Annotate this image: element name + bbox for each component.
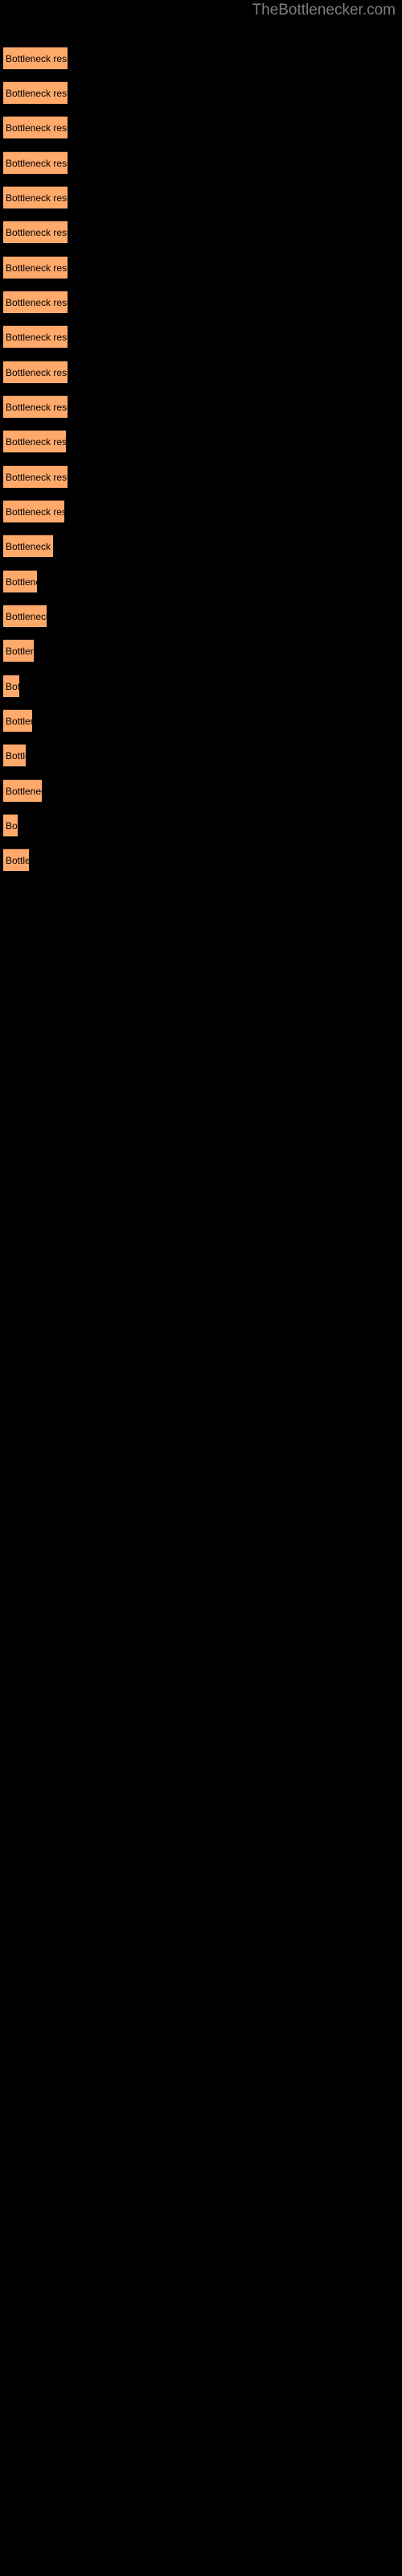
bottleneck-result-bar[interactable]: Bottleneck result bbox=[3, 535, 53, 557]
bottleneck-result-bar[interactable]: Bottleneck result bbox=[3, 814, 18, 836]
bar-row: Bottleneck result bbox=[0, 81, 402, 104]
bottleneck-result-bar[interactable]: Bottleneck result bbox=[3, 465, 68, 488]
bar-row: Bottleneck result bbox=[0, 151, 402, 174]
bottleneck-result-bar[interactable]: Bottleneck result bbox=[3, 500, 64, 522]
bottleneck-result-bar[interactable]: Bottleneck result bbox=[3, 675, 19, 697]
bar-label: Bottleneck result bbox=[6, 366, 68, 378]
bar-row: Bottleneck result bbox=[0, 570, 402, 592]
bottleneck-result-bar[interactable]: Bottleneck result bbox=[3, 47, 68, 69]
bar-row: Bottleneck result bbox=[0, 116, 402, 138]
bottleneck-result-bar[interactable]: Bottleneck result bbox=[3, 848, 29, 871]
bottleneck-result-bar[interactable]: Bottleneck result bbox=[3, 744, 26, 766]
bar-row: Bottleneck result bbox=[0, 47, 402, 69]
bottleneck-result-bar[interactable]: Bottleneck result bbox=[3, 361, 68, 383]
bar-label: Bottleneck result bbox=[6, 785, 42, 797]
bar-row: Bottleneck result bbox=[0, 709, 402, 732]
bar-label: Bottleneck result bbox=[6, 715, 32, 727]
bottleneck-result-bar[interactable]: Bottleneck result bbox=[3, 709, 32, 732]
bottleneck-result-bar[interactable]: Bottleneck result bbox=[3, 151, 68, 174]
bottleneck-result-bar[interactable]: Bottleneck result bbox=[3, 639, 34, 662]
bar-label: Bottleneck result bbox=[6, 122, 68, 134]
bottleneck-result-bar[interactable]: Bottleneck result bbox=[3, 395, 68, 418]
bar-row: Bottleneck result bbox=[0, 395, 402, 418]
bar-row: Bottleneck result bbox=[0, 779, 402, 802]
bar-row: Bottleneck result bbox=[0, 186, 402, 208]
bottleneck-result-bar[interactable]: Bottleneck result bbox=[3, 221, 68, 243]
bottleneck-result-bar[interactable]: Bottleneck result bbox=[3, 570, 37, 592]
bottleneck-result-bar[interactable]: Bottleneck result bbox=[3, 779, 42, 802]
page-title: TheBottlenecker.com bbox=[252, 2, 396, 19]
bar-label: Bottleneck result bbox=[6, 819, 18, 832]
bar-row: Bottleneck result bbox=[0, 291, 402, 313]
bar-label: Bottleneck result bbox=[6, 680, 19, 692]
bar-label: Bottleneck result bbox=[6, 610, 47, 622]
bar-label: Bottleneck result bbox=[6, 854, 29, 866]
bar-row: Bottleneck result bbox=[0, 325, 402, 348]
bar-row: Bottleneck result bbox=[0, 361, 402, 383]
bar-row: Bottleneck result bbox=[0, 221, 402, 243]
bar-label: Bottleneck result bbox=[6, 540, 53, 552]
bar-label: Bottleneck result bbox=[6, 87, 68, 99]
bottleneck-chart: TheBottlenecker.com Bottleneck result Bot… bbox=[0, 0, 402, 2576]
bottleneck-result-bar[interactable]: Bottleneck result bbox=[3, 116, 68, 138]
bar-label: Bottleneck result bbox=[6, 576, 37, 588]
bar-label: Bottleneck result bbox=[6, 296, 68, 308]
bar-label: Bottleneck result bbox=[6, 192, 68, 204]
bar-row: Bottleneck result bbox=[0, 639, 402, 662]
bottleneck-result-bar[interactable]: Bottleneck result bbox=[3, 291, 68, 313]
bar-row: Bottleneck result bbox=[0, 814, 402, 836]
bar-row: Bottleneck result bbox=[0, 256, 402, 279]
bar-row: Bottleneck result bbox=[0, 605, 402, 627]
bar-label: Bottleneck result bbox=[6, 262, 68, 274]
bar-label: Bottleneck result bbox=[6, 52, 68, 64]
bottleneck-result-bar[interactable]: Bottleneck result bbox=[3, 81, 68, 104]
bar-label: Bottleneck result bbox=[6, 157, 68, 169]
bar-label: Bottleneck result bbox=[6, 331, 68, 343]
bottleneck-result-bar[interactable]: Bottleneck result bbox=[3, 186, 68, 208]
bar-label: Bottleneck result bbox=[6, 226, 68, 238]
bar-row: Bottleneck result bbox=[0, 535, 402, 557]
bar-label: Bottleneck result bbox=[6, 401, 68, 413]
bar-label: Bottleneck result bbox=[6, 645, 34, 657]
bar-label: Bottleneck result bbox=[6, 749, 26, 762]
bar-row: Bottleneck result bbox=[0, 465, 402, 488]
bottleneck-result-bar[interactable]: Bottleneck result bbox=[3, 256, 68, 279]
bar-label: Bottleneck result bbox=[6, 436, 66, 448]
bar-row: Bottleneck result bbox=[0, 500, 402, 522]
bar-row: Bottleneck result bbox=[0, 675, 402, 697]
bar-row: Bottleneck result bbox=[0, 430, 402, 452]
bar-label: Bottleneck result bbox=[6, 506, 64, 518]
bar-row: Bottleneck result bbox=[0, 744, 402, 766]
bottleneck-result-bar[interactable]: Bottleneck result bbox=[3, 605, 47, 627]
bar-label: Bottleneck result bbox=[6, 471, 68, 483]
bar-row: Bottleneck result bbox=[0, 848, 402, 871]
bottleneck-result-bar[interactable]: Bottleneck result bbox=[3, 325, 68, 348]
bottleneck-result-bar[interactable]: Bottleneck result bbox=[3, 430, 66, 452]
